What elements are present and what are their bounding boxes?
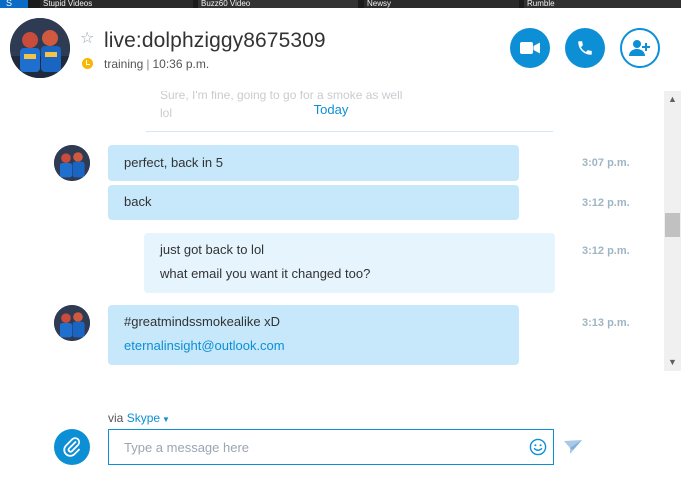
contact-name: live:dolphziggy8675309 xyxy=(104,29,326,52)
scrollbar-thumb[interactable] xyxy=(665,213,680,237)
scroll-down-arrow-icon[interactable]: ▼ xyxy=(664,354,681,371)
video-call-button[interactable] xyxy=(510,28,550,68)
paperclip-icon xyxy=(63,437,81,457)
message-bubble[interactable]: #greatmindssmokealike xD eternalinsight@… xyxy=(108,305,519,365)
message-input[interactable] xyxy=(109,430,519,464)
thumbnail-2[interactable]: Buzz60 Video xyxy=(198,0,358,8)
chevron-down-icon[interactable]: ▼ xyxy=(162,415,170,424)
sender-avatar[interactable] xyxy=(54,305,90,341)
scroll-up-arrow-icon[interactable]: ▲ xyxy=(664,91,681,108)
message-text: just got back to lol xyxy=(160,242,265,257)
message-bubble[interactable]: perfect, back in 5 xyxy=(108,145,519,181)
favorite-star-icon[interactable]: ☆ xyxy=(80,31,94,47)
video-thumbnail-strip: S Stupid Videos Buzz60 Video Newsy Rumbl… xyxy=(0,0,681,8)
send-icon[interactable] xyxy=(564,440,582,454)
email-link[interactable]: eternalinsight@outlook.com xyxy=(124,334,503,358)
contact-avatar[interactable] xyxy=(10,18,70,78)
add-person-icon xyxy=(629,40,650,56)
away-status-icon xyxy=(82,58,93,69)
thumbnail-4[interactable]: Rumble xyxy=(524,0,681,8)
vertical-scrollbar[interactable]: ▲ ▼ xyxy=(664,91,681,371)
phone-icon xyxy=(578,41,592,55)
message-text: #greatmindssmokealike xD xyxy=(124,314,281,329)
message-history[interactable]: Sure, I'm fine, going to go for a smoke … xyxy=(0,91,664,371)
message-bubble[interactable]: back xyxy=(108,185,519,220)
via-service-dropdown[interactable]: Skype xyxy=(127,411,160,425)
contact-local-time: 10:36 p.m. xyxy=(152,57,210,71)
add-people-button[interactable] xyxy=(620,28,660,68)
message-timestamp: 3:13 p.m. xyxy=(582,317,630,329)
video-camera-icon xyxy=(520,42,540,54)
message-timestamp: 3:12 p.m. xyxy=(582,197,630,209)
contact-mood: training xyxy=(104,57,144,71)
thumbnail-3[interactable]: Newsy xyxy=(364,0,519,8)
conversation-header: ☆ live:dolphziggy8675309 training | 10:36 … xyxy=(0,8,681,91)
skype-logo-icon: S xyxy=(0,0,28,8)
audio-call-button[interactable] xyxy=(565,28,605,68)
message-timestamp: 3:07 p.m. xyxy=(582,157,630,169)
emoticon-icon[interactable] xyxy=(529,438,547,456)
own-message-bubble[interactable]: just got back to lol what email you want… xyxy=(144,233,555,293)
send-via-selector[interactable]: via Skype ▼ xyxy=(108,411,170,427)
thumbnail-1[interactable]: Stupid Videos xyxy=(40,0,193,8)
message-timestamp: 3:12 p.m. xyxy=(582,245,630,257)
contact-status: training | 10:36 p.m. xyxy=(104,57,209,71)
message-text: what email you want it changed too? xyxy=(160,266,371,281)
status-separator: | xyxy=(146,57,150,71)
message-input-box[interactable] xyxy=(108,429,554,465)
sender-avatar[interactable] xyxy=(54,145,90,181)
day-divider-label: Today xyxy=(313,102,349,117)
attach-file-button[interactable] xyxy=(54,429,90,465)
message-text: back xyxy=(124,194,152,209)
day-divider-line xyxy=(146,131,553,132)
message-text: perfect, back in 5 xyxy=(124,155,223,170)
via-label: via xyxy=(108,411,124,425)
